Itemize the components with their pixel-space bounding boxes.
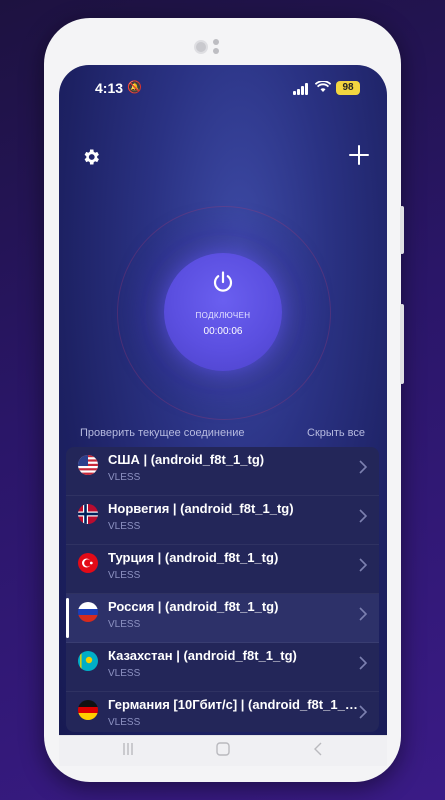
server-name: США | (android_f8t_1_tg) bbox=[108, 452, 265, 467]
connection-timer: 00:00:06 bbox=[203, 326, 243, 337]
germany-flag-icon bbox=[78, 700, 98, 720]
sensor-dot bbox=[213, 39, 219, 45]
list-actions: Проверить текущее соединение Скрыть все bbox=[59, 427, 387, 443]
camera-lens bbox=[194, 40, 208, 54]
server-name: Россия | (android_f8t_1_tg) bbox=[108, 599, 279, 614]
server-protocol: VLESS bbox=[108, 717, 141, 728]
add-server-plus-icon[interactable] bbox=[349, 145, 369, 169]
muted-bell-icon: 🔕 bbox=[127, 80, 142, 94]
phone-frame: 4:13 🔕 98 ПОДКЛЮЧЕН 00:00:06 Проверить т… bbox=[44, 18, 404, 782]
sensor-dot bbox=[213, 48, 219, 54]
kazakhstan-flag-icon bbox=[78, 651, 98, 671]
server-name: Норвегия | (android_f8t_1_tg) bbox=[108, 501, 294, 516]
server-item-norway[interactable]: Норвегия | (android_f8t_1_tg) VLESS bbox=[66, 496, 379, 545]
turkey-flag-icon bbox=[78, 553, 98, 573]
recent-apps-icon[interactable] bbox=[121, 742, 135, 760]
status-bar: 4:13 🔕 98 bbox=[59, 78, 387, 98]
connection-status: ПОДКЛЮЧЕН bbox=[195, 311, 251, 320]
settings-gear-icon[interactable] bbox=[81, 147, 101, 167]
power-side-button bbox=[400, 304, 404, 384]
server-item-kazakhstan[interactable]: Казахстан | (android_f8t_1_tg) VLESS bbox=[66, 643, 379, 692]
server-protocol: VLESS bbox=[108, 521, 141, 532]
volume-button bbox=[400, 206, 404, 254]
server-item-turkey[interactable]: Турция | (android_f8t_1_tg) VLESS bbox=[66, 545, 379, 594]
server-list: США | (android_f8t_1_tg) VLESS Норвегия … bbox=[66, 447, 379, 732]
power-icon bbox=[211, 270, 235, 294]
android-nav-bar bbox=[59, 735, 387, 766]
server-name: Казахстан | (android_f8t_1_tg) bbox=[108, 648, 297, 663]
server-name: Германия [10Гбит/с] | (android_f8t_1_tg) bbox=[108, 697, 358, 712]
wifi-icon bbox=[314, 80, 332, 96]
chevron-right-icon bbox=[359, 607, 368, 621]
connect-power-button[interactable]: ПОДКЛЮЧЕН 00:00:06 bbox=[164, 253, 282, 371]
status-time: 4:13 bbox=[95, 80, 124, 96]
check-connection-link[interactable]: Проверить текущее соединение bbox=[80, 427, 244, 439]
chevron-right-icon bbox=[359, 705, 368, 719]
server-item-germany[interactable]: Германия [10Гбит/с] | (android_f8t_1_tg)… bbox=[66, 692, 379, 732]
chevron-right-icon bbox=[359, 656, 368, 670]
russia-flag-icon bbox=[78, 602, 98, 622]
server-protocol: VLESS bbox=[108, 619, 141, 630]
server-protocol: VLESS bbox=[108, 570, 141, 581]
active-indicator bbox=[66, 598, 69, 638]
hide-all-link[interactable]: Скрыть все bbox=[307, 427, 365, 439]
chevron-right-icon bbox=[359, 460, 368, 474]
chevron-right-icon bbox=[359, 558, 368, 572]
home-icon[interactable] bbox=[216, 742, 230, 760]
server-item-usa[interactable]: США | (android_f8t_1_tg) VLESS bbox=[66, 447, 379, 496]
back-icon[interactable] bbox=[311, 742, 325, 760]
app-screen: 4:13 🔕 98 ПОДКЛЮЧЕН 00:00:06 Проверить т… bbox=[59, 65, 387, 735]
battery-badge: 98 bbox=[336, 81, 360, 95]
server-name: Турция | (android_f8t_1_tg) bbox=[108, 550, 279, 565]
cellular-signal-icon bbox=[293, 83, 309, 95]
norway-flag-icon bbox=[78, 504, 98, 524]
chevron-right-icon bbox=[359, 509, 368, 523]
server-item-russia[interactable]: Россия | (android_f8t_1_tg) VLESS bbox=[66, 594, 379, 643]
server-protocol: VLESS bbox=[108, 668, 141, 679]
usa-flag-icon bbox=[78, 455, 98, 475]
server-protocol: VLESS bbox=[108, 472, 141, 483]
